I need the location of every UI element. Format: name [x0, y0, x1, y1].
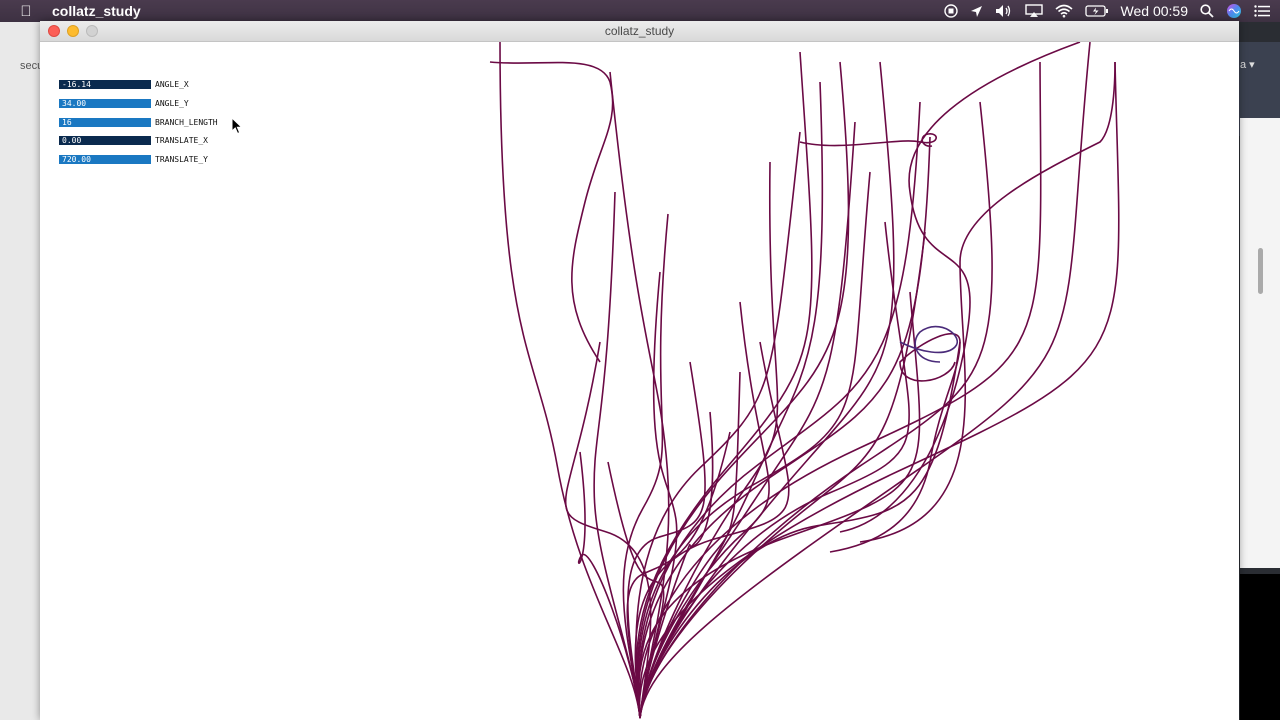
- volume-icon[interactable]: [989, 0, 1019, 22]
- branch-path: [593, 191, 641, 719]
- slider-translate-x[interactable]: 0.00 TRANSLATE_X: [59, 136, 208, 145]
- slider-label: ANGLE_X: [155, 80, 189, 89]
- branch-path: [635, 51, 813, 719]
- slider-value: 34.00: [62, 99, 87, 108]
- slider-value: 720.00: [62, 155, 91, 164]
- background-panel: [1240, 118, 1280, 568]
- branch-path: [636, 61, 850, 719]
- slider-label: BRANCH_LENGTH: [155, 118, 218, 127]
- branch-path: [499, 42, 641, 719]
- collatz-tree: [489, 42, 1120, 719]
- branch-path: [489, 61, 614, 363]
- slider-label: TRANSLATE_X: [155, 136, 208, 145]
- siri-icon[interactable]: [1220, 0, 1248, 22]
- apple-icon[interactable]: : [0, 3, 52, 20]
- background-app-left: secu: [0, 22, 43, 720]
- branch-path: [859, 61, 1116, 543]
- airplay-icon[interactable]: [1019, 0, 1049, 22]
- list-icon[interactable]: [1248, 0, 1280, 22]
- branch-path: [639, 341, 961, 719]
- branch-path: [799, 133, 937, 147]
- slider-value: 0.00: [62, 136, 82, 145]
- slider-branch-length[interactable]: 16 BRANCH_LENGTH: [59, 118, 218, 127]
- sketch-window: collatz_study -16.14 ANGLE_X 34.00 ANGLE_Y 1…: [40, 21, 1239, 720]
- background-dropdown-text: a ▾: [1240, 59, 1255, 71]
- sketch-canvas[interactable]: [40, 42, 1239, 720]
- search-icon[interactable]: [1194, 0, 1220, 22]
- slider-translate-y[interactable]: 720.00 TRANSLATE_Y: [59, 155, 208, 164]
- background-terminal: [1240, 574, 1280, 720]
- record-icon[interactable]: [938, 0, 964, 22]
- title-bar[interactable]: collatz_study: [40, 21, 1239, 42]
- slider-track[interactable]: 0.00: [59, 136, 151, 145]
- wifi-icon[interactable]: [1049, 0, 1079, 22]
- slider-track[interactable]: 34.00: [59, 99, 151, 108]
- slider-track[interactable]: -16.14: [59, 80, 151, 89]
- menu-clock[interactable]: Wed 00:59: [1115, 0, 1194, 22]
- menu-app-name[interactable]: collatz_study: [52, 3, 141, 19]
- slider-label: ANGLE_Y: [155, 99, 189, 108]
- background-app-right: a ▾: [1238, 22, 1280, 720]
- slider-value: -16.14: [62, 80, 91, 89]
- slider-angle-y[interactable]: 34.00 ANGLE_Y: [59, 99, 189, 108]
- slider-fill: [59, 118, 151, 127]
- slider-track[interactable]: 16: [59, 118, 151, 127]
- slider-angle-x[interactable]: -16.14 ANGLE_X: [59, 80, 189, 89]
- menu-bar:  collatz_study Wed 00:59: [0, 0, 1280, 22]
- battery-icon[interactable]: [1079, 0, 1115, 22]
- branch-path: [637, 291, 921, 719]
- background-scrollbar[interactable]: [1258, 248, 1263, 294]
- branch-path: [639, 231, 926, 719]
- slider-value: 16: [62, 118, 72, 127]
- slider-label: TRANSLATE_Y: [155, 155, 208, 164]
- branch-path: [638, 61, 1042, 719]
- location-icon[interactable]: [964, 0, 989, 22]
- mouse-cursor-icon: [231, 117, 243, 135]
- slider-track[interactable]: 720.00: [59, 155, 151, 164]
- window-title: collatz_study: [604, 24, 675, 38]
